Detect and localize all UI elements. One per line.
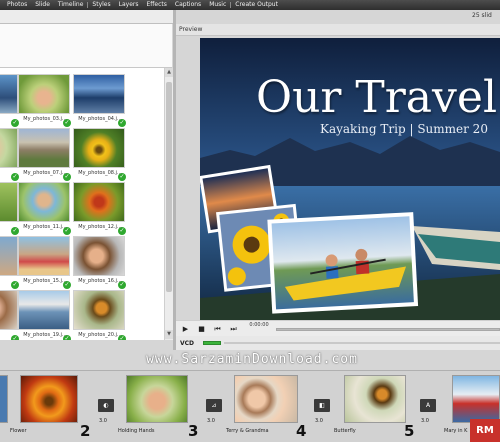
- scrollbar-thumb[interactable]: [166, 82, 172, 292]
- photo-filename: My_photos_19.j...: [23, 332, 67, 338]
- menu-timeline[interactable]: Timeline: [54, 0, 88, 10]
- transition-icon[interactable]: ⊿: [206, 399, 222, 412]
- panel-splitter[interactable]: [173, 10, 176, 350]
- slide-name: Flower: [10, 428, 27, 434]
- slide-name: Holding Hands: [118, 428, 155, 434]
- storyboard-slide[interactable]: [0, 375, 8, 441]
- menu-effects[interactable]: Effects: [142, 0, 170, 10]
- transition-duration: 3.0: [99, 418, 107, 424]
- photo-thumbnail[interactable]: ✓ My_photos_12.j...: [73, 182, 127, 236]
- player-controls: ▶ ■ ⏮ ⏭ 0:00:00: [176, 320, 500, 336]
- output-format-label: VCD: [180, 340, 195, 347]
- transition-icon[interactable]: ◧: [314, 399, 330, 412]
- folder-browser-area[interactable]: [0, 24, 172, 68]
- photo-filename: My_photos_15.j...: [23, 278, 67, 284]
- menu-captions[interactable]: Captions: [171, 0, 205, 10]
- thumbnail-scrollbar[interactable]: ▲ ▼: [164, 68, 173, 340]
- photo-filename: My_photos_08.j...: [78, 170, 122, 176]
- scroll-down-icon[interactable]: ▼: [165, 330, 173, 339]
- photo-thumbnail[interactable]: ✓: [0, 128, 20, 182]
- slide-number: 5: [404, 422, 415, 440]
- photo-filename: My_photos_04.j...: [78, 116, 122, 122]
- storyboard-slide[interactable]: 5 Butterfly: [334, 375, 414, 441]
- menu-layers[interactable]: Layers: [115, 0, 143, 10]
- photo-thumbnail[interactable]: ✓ My_photos_19.j...: [18, 290, 72, 340]
- photo-thumbnail[interactable]: ✓ My_photos_16.j...: [73, 236, 127, 290]
- slide-thumbnail: [20, 375, 78, 423]
- transition-icon[interactable]: ◐: [98, 399, 114, 412]
- menu-slide[interactable]: Slide: [31, 0, 54, 10]
- slide-name: Butterfly: [334, 428, 356, 434]
- photo-thumbnail[interactable]: ✓ My_photos_20.j...: [73, 290, 127, 340]
- next-icon[interactable]: ⏭: [228, 324, 239, 334]
- storyboard-slide[interactable]: 3 Holding Hands: [118, 375, 198, 441]
- slide-number: 2: [80, 422, 91, 440]
- photo-thumbnail[interactable]: ✓ My_photos_04.j...: [73, 74, 127, 128]
- slide-number: 3: [188, 422, 199, 440]
- preview-header: Preview: [176, 24, 500, 36]
- preview-title: Preview: [179, 26, 203, 33]
- previous-icon[interactable]: ⏮: [212, 324, 223, 334]
- menu-music[interactable]: Music: [205, 0, 230, 10]
- slide-thumbnail: [452, 375, 500, 423]
- slide-thumbnail: [344, 375, 406, 423]
- time-display: 0:00:00: [249, 322, 269, 328]
- capacity-meter: [203, 341, 221, 345]
- slide-title-text: Our Travel: [256, 72, 498, 123]
- seek-slider[interactable]: [276, 328, 500, 331]
- stop-icon[interactable]: ■: [196, 324, 207, 334]
- slide-count-label: 25 slid: [472, 12, 492, 19]
- storyboard-slide[interactable]: 2 Flower: [10, 375, 90, 441]
- capacity-track: [224, 342, 500, 344]
- output-format-row: VCD: [176, 336, 500, 350]
- transition-icon[interactable]: A: [420, 399, 436, 412]
- photo-thumbnail[interactable]: ✓: [0, 236, 20, 290]
- photo-filename: My_photos_07.j...: [23, 170, 67, 176]
- photo-thumbnail[interactable]: ✓: [0, 290, 20, 340]
- slide-name: Terry & Grandma: [226, 428, 269, 434]
- photo-filename: My_photos_16.j...: [78, 278, 122, 284]
- slide-number: 4: [296, 422, 307, 440]
- menu-styles[interactable]: Styles: [88, 0, 114, 10]
- preview-canvas[interactable]: Our Travel Kayaking Trip | Summer 20: [200, 38, 500, 320]
- slide-name: Mary in K: [444, 428, 468, 434]
- photo-filename: My_photos_12.j...: [78, 224, 122, 230]
- photo-thumbnail[interactable]: ✓: [0, 74, 20, 128]
- slide-thumbnail: [126, 375, 188, 423]
- photo-thumbnail[interactable]: ✓ My_photos_15.j...: [18, 236, 72, 290]
- menu-bar: Photos Slide Timeline Styles Layers Effe…: [0, 0, 500, 10]
- scroll-up-icon[interactable]: ▲: [165, 68, 173, 77]
- photo-filename: My_photos_20.j...: [78, 332, 122, 338]
- transition-duration: 3.0: [315, 418, 323, 424]
- left-panel-header: [0, 10, 176, 24]
- photo-filename: My_photos_03.j...: [23, 116, 67, 122]
- slide-thumbnail: [0, 375, 8, 423]
- play-icon[interactable]: ▶: [180, 324, 191, 334]
- slideshow-app-window: Photos Slide Timeline Styles Layers Effe…: [0, 0, 500, 442]
- slide-subtitle-text: Kayaking Trip | Summer 20: [320, 122, 488, 136]
- photo-thumbnail[interactable]: ✓ My_photos_11.j...: [18, 182, 72, 236]
- photo-filename: My_photos_11.j...: [23, 224, 67, 230]
- photo-thumbnail-list[interactable]: ✓ ✓ My_photos_03.j... ✓ My_photos_04.j..…: [0, 68, 172, 340]
- photo-thumbnail[interactable]: ✓ My_photos_07.j...: [18, 128, 72, 182]
- photo-thumbnail[interactable]: ✓ My_photos_08.j...: [73, 128, 127, 182]
- rm-logo-badge: RM: [470, 419, 500, 442]
- transition-duration: 3.0: [421, 418, 429, 424]
- slide-thumbnail: [234, 375, 298, 423]
- photo-thumbnail[interactable]: ✓ My_photos_03.j...: [18, 74, 72, 128]
- photo-thumbnail[interactable]: ✓: [0, 182, 20, 236]
- storyboard-slide[interactable]: 4 Terry & Grandma: [226, 375, 308, 441]
- slide-storyboard[interactable]: 2 Flower ◐ 3.0 3 Holding Hands ⊿ 3.0 4 T…: [0, 370, 500, 442]
- transition-slot[interactable]: A 3.0: [414, 375, 444, 441]
- watermark-text: www.SarzaminDownload.com: [146, 352, 358, 367]
- menu-create-output[interactable]: Create Output: [231, 0, 282, 10]
- transition-duration: 3.0: [207, 418, 215, 424]
- menu-photos[interactable]: Photos: [3, 0, 31, 10]
